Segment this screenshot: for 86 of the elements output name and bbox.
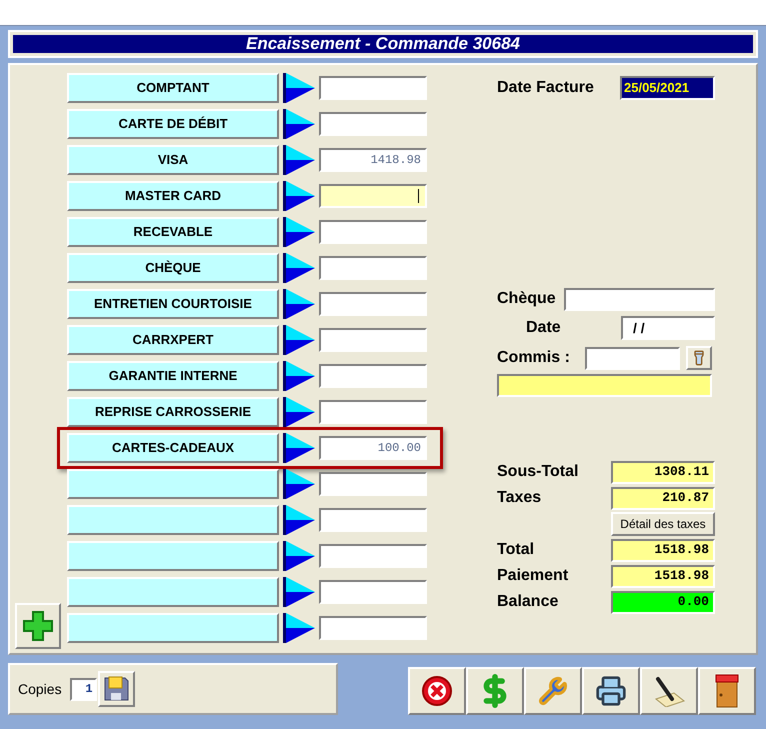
amount-field[interactable] <box>319 400 427 424</box>
payment-method-button[interactable]: CARTE DE DÉBIT <box>67 109 279 139</box>
amount-field[interactable] <box>319 76 427 100</box>
amount-field[interactable] <box>319 112 427 136</box>
summary-field: 210.87 <box>611 486 715 510</box>
arrow-icon <box>283 433 315 463</box>
arrow-icon <box>283 181 315 211</box>
add-button[interactable] <box>15 603 61 649</box>
print-button[interactable] <box>582 667 640 715</box>
payment-method-button[interactable]: REPRISE CARROSSERIE <box>67 397 279 427</box>
search-button[interactable] <box>686 346 712 370</box>
cheque-label: Chèque <box>497 289 556 309</box>
amount-field[interactable] <box>319 472 427 496</box>
payment-method-button[interactable]: CARRXPERT <box>67 325 279 355</box>
cheque-field[interactable] <box>564 288 715 310</box>
clerk-field[interactable] <box>585 346 680 370</box>
payment-method-button[interactable] <box>67 541 279 571</box>
amount-field[interactable] <box>319 184 427 208</box>
wrench-icon <box>538 676 568 706</box>
payment-method-button[interactable] <box>67 577 279 607</box>
arrow-icon <box>283 505 315 535</box>
amount-field[interactable] <box>319 328 427 352</box>
summary-label: Sous-Total <box>497 462 578 482</box>
payment-method-button[interactable]: ENTRETIEN COURTOISIE <box>67 289 279 319</box>
amount-field[interactable] <box>319 220 427 244</box>
amount-field[interactable] <box>319 292 427 316</box>
clerk-label: Commis : <box>497 348 571 368</box>
settings-button[interactable] <box>524 667 582 715</box>
summary-field: 1518.98 <box>611 538 715 562</box>
arrow-icon <box>283 397 315 427</box>
copies-label: Copies <box>18 680 62 699</box>
invoice-date-field[interactable]: 25/05/2021 <box>620 76 715 100</box>
amount-field[interactable] <box>319 256 427 280</box>
arrow-icon <box>283 217 315 247</box>
summary-field: 1308.11 <box>611 460 715 484</box>
amount-field[interactable]: 100.00 <box>319 436 427 460</box>
payment-method-button[interactable] <box>67 469 279 499</box>
summary-field: 0.00 <box>611 590 715 614</box>
payment-button[interactable] <box>466 667 524 715</box>
text-cursor <box>418 189 419 203</box>
exit-button[interactable] <box>698 667 756 715</box>
invoice-date-label: Date Facture <box>497 78 594 98</box>
summary-label: Taxes <box>497 488 542 508</box>
arrow-icon <box>283 253 315 283</box>
summary-label: Total <box>497 540 534 560</box>
arrow-icon <box>283 325 315 355</box>
amount-field[interactable]: 1418.98 <box>319 148 427 172</box>
payment-method-button[interactable]: MASTER CARD <box>67 181 279 211</box>
pen-and-paper-icon <box>652 675 686 707</box>
arrow-icon <box>283 73 315 103</box>
door-icon <box>714 674 740 708</box>
arrow-icon <box>283 577 315 607</box>
arrow-icon <box>283 145 315 175</box>
summary-label: Paiement <box>497 566 568 586</box>
payment-method-button[interactable]: VISA <box>67 145 279 175</box>
amount-field[interactable] <box>319 616 427 640</box>
payment-method-button[interactable] <box>67 613 279 643</box>
arrow-icon <box>283 289 315 319</box>
arrow-icon <box>283 361 315 391</box>
cancel-button[interactable] <box>408 667 466 715</box>
printer-icon <box>595 675 627 707</box>
amount-field[interactable] <box>319 364 427 388</box>
amount-field[interactable] <box>319 580 427 604</box>
amount-field[interactable] <box>319 508 427 532</box>
sign-button[interactable] <box>640 667 698 715</box>
save-button[interactable] <box>98 671 135 707</box>
tax-detail-button[interactable]: Détail des taxes <box>611 512 715 536</box>
payment-method-button[interactable]: RECEVABLE <box>67 217 279 247</box>
window-title: Encaissement - Commande 30684 <box>13 35 753 53</box>
payment-method-button[interactable] <box>67 505 279 535</box>
payment-method-button[interactable]: CHÈQUE <box>67 253 279 283</box>
arrow-icon <box>283 109 315 139</box>
summary-field: 1518.98 <box>611 564 715 588</box>
copies-field[interactable]: 1 <box>70 678 97 700</box>
payment-method-button[interactable]: CARTES-CADEAUX <box>67 433 279 463</box>
amount-field[interactable] <box>319 544 427 568</box>
payment-method-button[interactable]: COMPTANT <box>67 73 279 103</box>
payment-method-button[interactable]: GARANTIE INTERNE <box>67 361 279 391</box>
cheque-date-field[interactable]: / / <box>621 316 715 340</box>
plus-icon <box>22 610 54 642</box>
cheque-date-label: Date <box>526 318 561 338</box>
arrow-icon <box>283 541 315 571</box>
summary-label: Balance <box>497 592 558 612</box>
arrow-icon <box>283 469 315 499</box>
cancel-icon <box>421 675 453 707</box>
arrow-icon <box>283 613 315 643</box>
